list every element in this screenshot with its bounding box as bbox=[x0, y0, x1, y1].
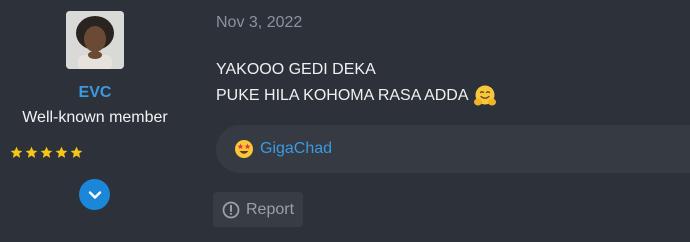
message-text: YAKOOO GEDI DEKA bbox=[216, 61, 376, 78]
reactions-bar[interactable]: GigaChad bbox=[216, 125, 690, 173]
report-label: Report bbox=[245, 200, 295, 218]
username[interactable]: EVC bbox=[0, 84, 190, 102]
user-info-panel: EVC Well-known member bbox=[0, 0, 190, 242]
avatar[interactable] bbox=[66, 11, 124, 69]
message-line: YAKOOO GEDI DEKA bbox=[216, 57, 497, 83]
star-icon bbox=[40, 146, 53, 158]
reaction-user-link[interactable]: GigaChad bbox=[260, 140, 332, 158]
post-date[interactable]: Nov 3, 2022 bbox=[216, 14, 302, 32]
expand-user-info-button[interactable] bbox=[79, 179, 110, 210]
star-icon bbox=[25, 146, 38, 158]
post-message: YAKOOO GEDI DEKA PUKE HILA KOHOMA RASA A… bbox=[216, 57, 497, 109]
user-title: Well-known member bbox=[22, 109, 168, 126]
hugging-face-emoji-icon bbox=[473, 85, 496, 106]
star-icon bbox=[10, 146, 23, 158]
star-icon bbox=[70, 146, 83, 158]
report-button[interactable]: Report bbox=[213, 192, 303, 227]
star-icon bbox=[55, 146, 68, 158]
chevron-down-icon bbox=[88, 190, 101, 199]
message-line: PUKE HILA KOHOMA RASA ADDA bbox=[216, 83, 497, 109]
message-text: PUKE HILA KOHOMA RASA ADDA bbox=[216, 87, 469, 104]
rating-stars bbox=[10, 146, 83, 162]
alert-circle-icon bbox=[222, 201, 240, 218]
star-struck-emoji-icon bbox=[235, 140, 253, 158]
